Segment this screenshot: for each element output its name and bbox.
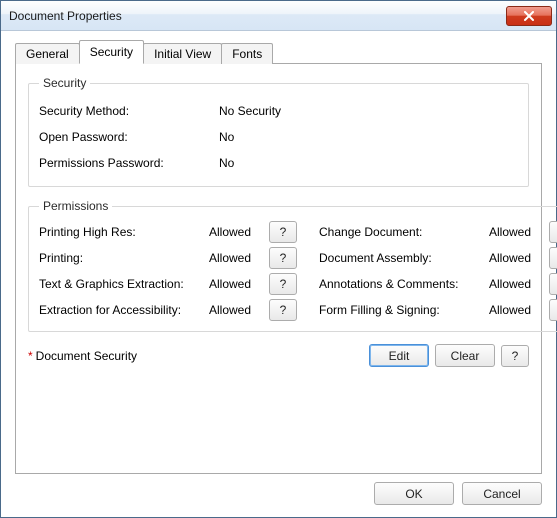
document-properties-window: Document Properties General Security Ini…	[0, 0, 557, 518]
security-group: Security Security Method: No Security Op…	[28, 76, 529, 187]
tab-fonts[interactable]: Fonts	[221, 43, 273, 64]
document-assembly-help-button[interactable]: ?	[549, 247, 557, 269]
security-legend: Security	[39, 76, 90, 90]
document-security-row: * Document Security Edit Clear ?	[28, 344, 529, 367]
printing-high-res-value: Allowed	[209, 225, 269, 239]
printing-help-button[interactable]: ?	[269, 247, 297, 269]
permissions-password-label: Permissions Password:	[39, 156, 219, 170]
change-document-value: Allowed	[489, 225, 549, 239]
annotations-comments-value: Allowed	[489, 277, 549, 291]
tab-security[interactable]: Security	[79, 40, 144, 64]
tab-initial-view[interactable]: Initial View	[143, 43, 222, 64]
printing-label: Printing:	[39, 251, 209, 265]
printing-high-res-label: Printing High Res:	[39, 225, 209, 239]
open-password-label: Open Password:	[39, 130, 219, 144]
form-filling-signing-value: Allowed	[489, 303, 549, 317]
tab-strip: General Security Initial View Fonts	[15, 41, 542, 63]
open-password-value: No	[219, 130, 234, 144]
security-method-label: Security Method:	[39, 104, 219, 118]
text-graphics-extraction-help-button[interactable]: ?	[269, 273, 297, 295]
form-filling-signing-help-button[interactable]: ?	[549, 299, 557, 321]
permissions-legend: Permissions	[39, 199, 112, 213]
cancel-button[interactable]: Cancel	[462, 482, 542, 505]
permissions-group: Permissions Printing High Res: Allowed ?…	[28, 199, 557, 332]
document-security-help-button[interactable]: ?	[501, 345, 529, 367]
required-asterisk: *	[28, 349, 33, 363]
edit-button[interactable]: Edit	[369, 344, 429, 367]
change-document-help-button[interactable]: ?	[549, 221, 557, 243]
printing-value: Allowed	[209, 251, 269, 265]
text-graphics-extraction-value: Allowed	[209, 277, 269, 291]
form-filling-signing-label: Form Filling & Signing:	[319, 303, 489, 317]
titlebar: Document Properties	[1, 1, 556, 31]
annotations-comments-label: Annotations & Comments:	[319, 277, 489, 291]
annotations-comments-help-button[interactable]: ?	[549, 273, 557, 295]
extraction-accessibility-label: Extraction for Accessibility:	[39, 303, 209, 317]
extraction-accessibility-help-button[interactable]: ?	[269, 299, 297, 321]
document-assembly-label: Document Assembly:	[319, 251, 489, 265]
tab-general[interactable]: General	[15, 43, 80, 64]
ok-button[interactable]: OK	[374, 482, 454, 505]
security-method-value: No Security	[219, 104, 281, 118]
client-area: General Security Initial View Fonts Secu…	[1, 31, 556, 517]
change-document-label: Change Document:	[319, 225, 489, 239]
text-graphics-extraction-label: Text & Graphics Extraction:	[39, 277, 209, 291]
permissions-password-value: No	[219, 156, 234, 170]
close-icon	[523, 11, 535, 21]
tab-panel-security: Security Security Method: No Security Op…	[15, 63, 542, 474]
dialog-footer: OK Cancel	[15, 474, 542, 505]
close-button[interactable]	[506, 6, 552, 26]
extraction-accessibility-value: Allowed	[209, 303, 269, 317]
document-assembly-value: Allowed	[489, 251, 549, 265]
clear-button[interactable]: Clear	[435, 344, 495, 367]
window-title: Document Properties	[9, 9, 506, 23]
document-security-label: Document Security	[36, 349, 137, 363]
printing-high-res-help-button[interactable]: ?	[269, 221, 297, 243]
